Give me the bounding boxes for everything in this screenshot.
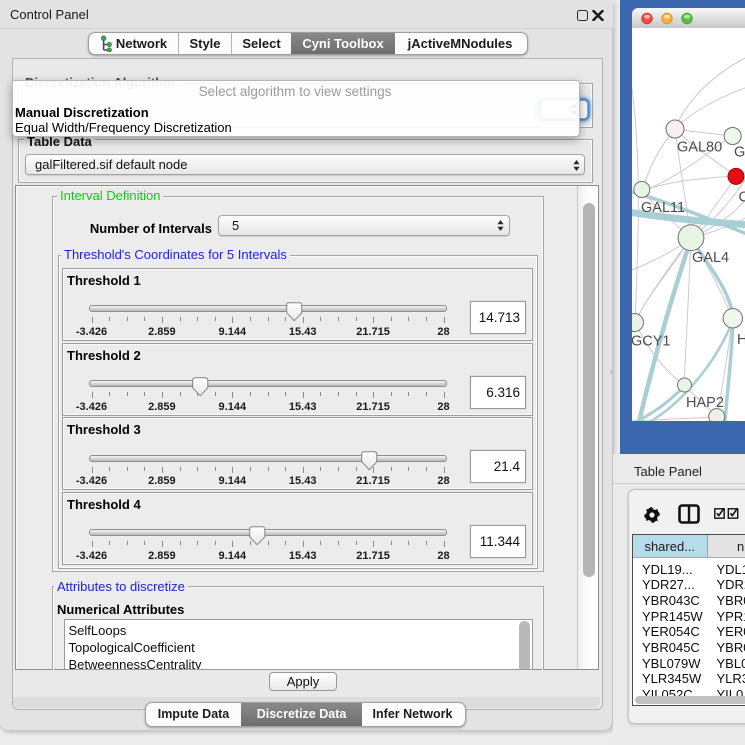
svg-text:GAL80: GAL80 [677, 140, 722, 156]
svg-text:C: C [739, 190, 745, 206]
svg-text:H: H [737, 332, 745, 348]
svg-text:GA: GA [734, 145, 745, 161]
svg-text:GAL11: GAL11 [641, 200, 685, 216]
svg-text:GCY1: GCY1 [632, 334, 671, 350]
svg-text:GAL4: GAL4 [692, 250, 729, 266]
svg-text:HAP2: HAP2 [686, 395, 724, 411]
